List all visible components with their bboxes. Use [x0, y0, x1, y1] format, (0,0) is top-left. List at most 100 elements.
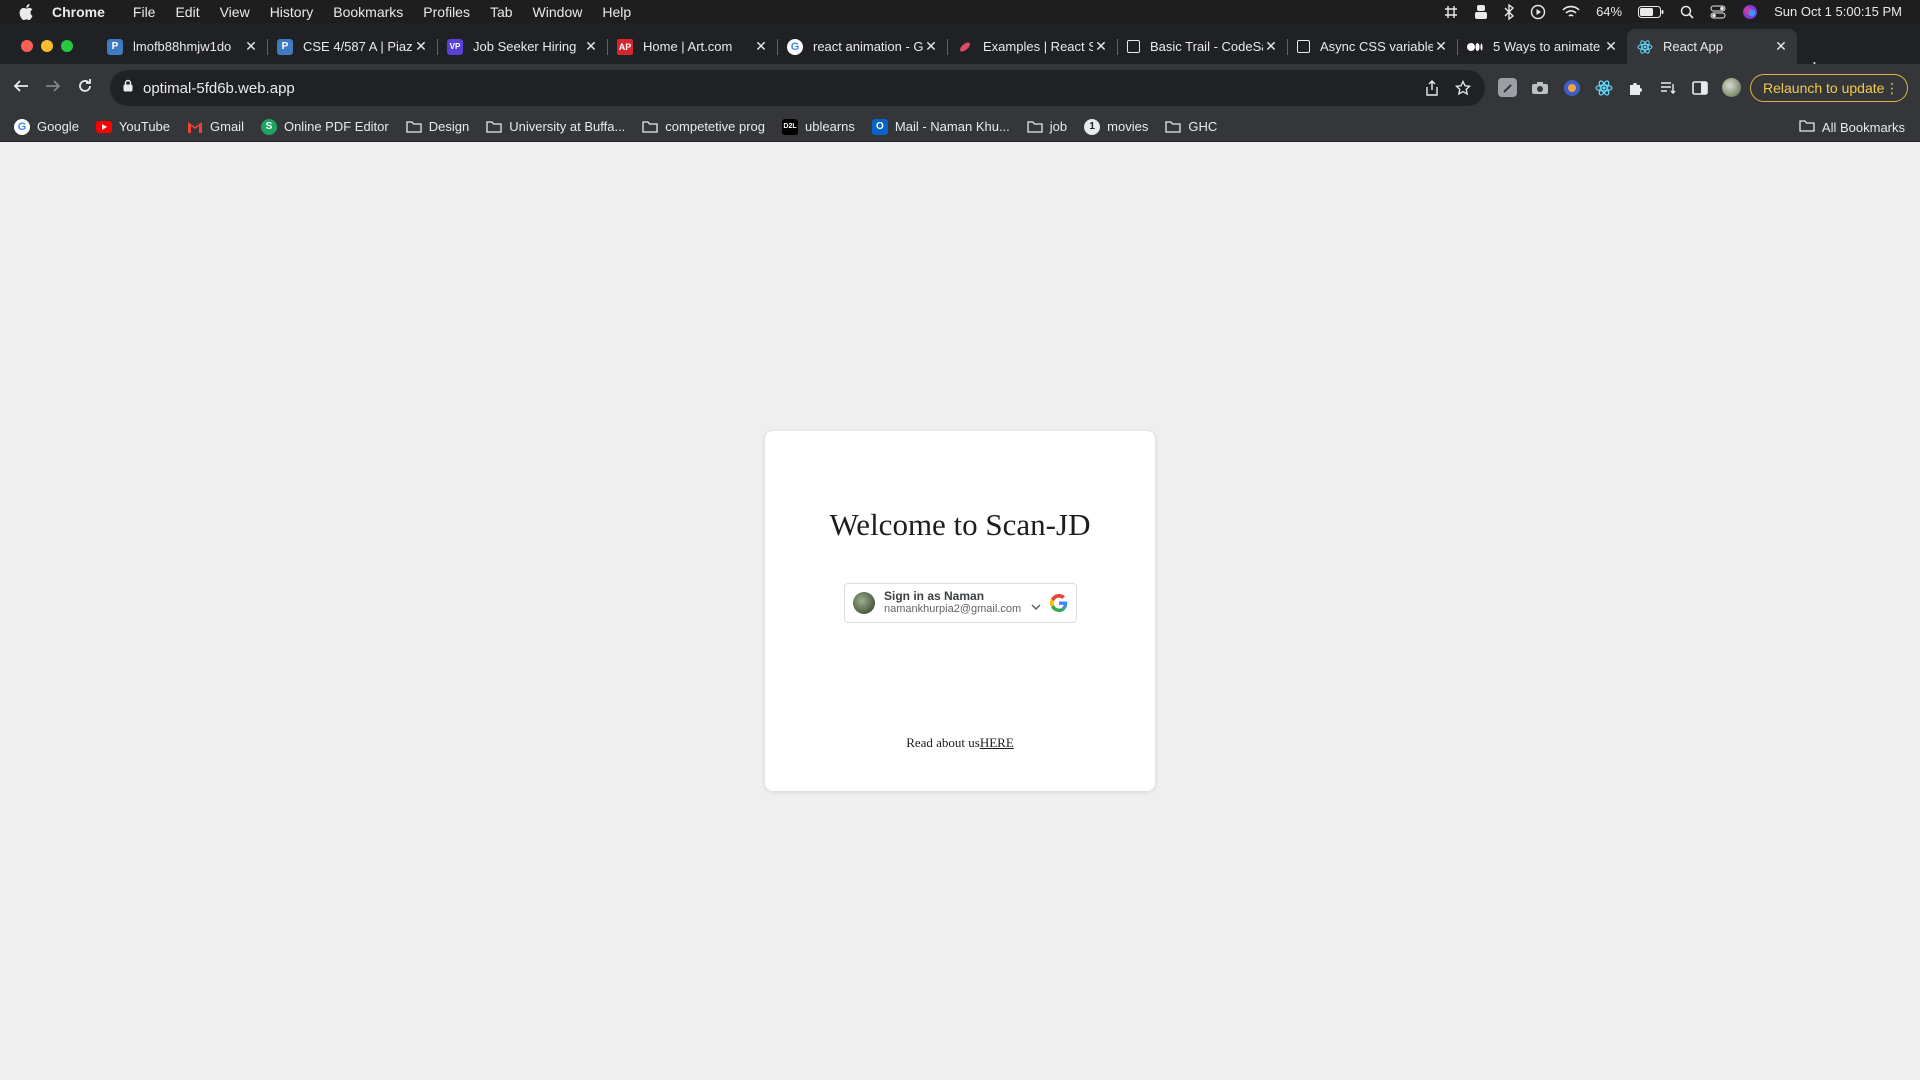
camera-extension-icon[interactable] [1530, 78, 1549, 97]
bookmark-online-pdf-editor[interactable]: S Online PDF Editor [260, 118, 389, 135]
forward-arrow-icon[interactable] [45, 78, 61, 99]
tab-lmofb88hmjw1do[interactable]: P lmofb88hmjw1do ✕ [97, 29, 268, 64]
read-about-here-link[interactable]: HERE [980, 735, 1014, 750]
tab-art-com[interactable]: AP Home | Art.com ✕ [607, 29, 778, 64]
tab-5-ways-to-animate[interactable]: 5 Ways to animate ✕ [1457, 29, 1627, 64]
wifi-icon[interactable] [1562, 5, 1580, 19]
all-bookmarks-label: All Bookmarks [1821, 119, 1905, 135]
bookmark-ublearns[interactable]: D2L ublearns [782, 118, 855, 135]
bookmark-folder-job[interactable]: job [1027, 119, 1067, 135]
tab-title: Job Seeker Hiring [473, 39, 577, 54]
control-center-icon[interactable] [1710, 5, 1726, 19]
close-tab-icon[interactable]: ✕ [413, 38, 429, 55]
menu-history[interactable]: History [260, 4, 324, 20]
chevron-down-icon[interactable] [1031, 598, 1041, 616]
google-logo-icon [1050, 594, 1068, 617]
bookmark-label: Google [37, 119, 79, 134]
close-window-button[interactable] [21, 40, 33, 52]
folder-icon [486, 119, 502, 135]
pencil-extension-icon[interactable] [1498, 78, 1517, 97]
relaunch-to-update-button[interactable]: Relaunch to update ⋮ [1750, 74, 1908, 102]
close-tab-icon[interactable]: ✕ [1093, 38, 1109, 55]
grid-status-icon[interactable] [1444, 5, 1458, 19]
shield-extension-icon[interactable] [1562, 78, 1581, 97]
menubar-clock[interactable]: Sun Oct 1 5:00:15 PM [1774, 4, 1902, 19]
profile-avatar-icon[interactable] [1722, 78, 1741, 97]
person-status-icon[interactable] [1474, 4, 1488, 20]
menubar-status-area: 64% Sun Oct 1 5:00:15 PM [1444, 0, 1902, 23]
close-tab-icon[interactable]: ✕ [1263, 38, 1279, 55]
bookmark-label: Online PDF Editor [283, 119, 389, 134]
bookmark-folder-design[interactable]: Design [406, 119, 469, 135]
bookmark-label: ublearns [805, 119, 855, 134]
lock-icon[interactable] [123, 79, 133, 97]
back-arrow-icon[interactable] [13, 78, 29, 99]
menu-tab[interactable]: Tab [480, 4, 523, 20]
bookmark-outlook-mail[interactable]: O Mail - Naman Khu... [871, 118, 1010, 135]
bookmark-google[interactable]: G Google [14, 118, 79, 135]
bookmark-youtube[interactable]: YouTube [95, 119, 170, 135]
tab-react-animation-google[interactable]: G react animation - Google ✕ [777, 29, 948, 64]
menu-file[interactable]: File [123, 4, 166, 20]
tab-job-seeker[interactable]: VP Job Seeker Hiring ✕ [437, 29, 608, 64]
piazza-icon: P [277, 38, 293, 55]
close-tab-icon[interactable]: ✕ [1773, 38, 1789, 55]
menu-profiles[interactable]: Profiles [413, 4, 480, 20]
menu-edit[interactable]: Edit [165, 4, 209, 20]
read-about-text: Read about usHERE [765, 735, 1155, 751]
extensions-puzzle-icon[interactable] [1626, 78, 1645, 97]
google-icon: G [787, 38, 803, 55]
tab-basic-trail-codesandbox[interactable]: Basic Trail - CodeSandbox ✕ [1117, 29, 1288, 64]
bookmark-label: Gmail [210, 119, 244, 134]
bookmark-label: job [1049, 119, 1068, 134]
siri-icon[interactable] [1742, 4, 1758, 20]
spotlight-search-icon[interactable] [1680, 5, 1694, 19]
address-bar[interactable]: optimal-5fd6b.web.app [110, 70, 1485, 106]
menu-window[interactable]: Window [523, 4, 593, 20]
play-status-icon[interactable] [1530, 4, 1546, 20]
bookmark-folder-competetive-prog[interactable]: competetive prog [642, 119, 765, 135]
tab-title: react animation - Google [813, 39, 923, 54]
close-tab-icon[interactable]: ✕ [243, 38, 259, 55]
tab-cse-piazza[interactable]: P CSE 4/587 A | Piazza ✕ [267, 29, 438, 64]
google-sign-in-button[interactable]: Sign in as Naman namankhurpia2@gmail.com [844, 583, 1077, 623]
bookmark-folder-ghc[interactable]: GHC [1165, 119, 1217, 135]
all-bookmarks-button[interactable]: All Bookmarks [1799, 119, 1905, 135]
share-icon[interactable] [1425, 80, 1439, 101]
battery-icon[interactable] [1638, 5, 1664, 18]
spring-icon [957, 39, 973, 55]
apple-menu-icon[interactable] [0, 3, 52, 20]
bookmark-gmail[interactable]: Gmail [187, 119, 244, 135]
close-tab-icon[interactable]: ✕ [753, 38, 769, 55]
minimize-window-button[interactable] [41, 40, 53, 52]
tab-react-app[interactable]: React App ✕ [1627, 29, 1797, 64]
close-tab-icon[interactable]: ✕ [1603, 38, 1619, 55]
bookmark-movies[interactable]: 1 movies [1084, 118, 1148, 135]
macos-menu-bar: Chrome File Edit View History Bookmarks … [0, 0, 1920, 23]
page-content: Welcome to Scan-JD Sign in as Naman nama… [0, 142, 1920, 1080]
reading-list-icon[interactable] [1658, 78, 1677, 97]
menu-view[interactable]: View [210, 4, 260, 20]
close-tab-icon[interactable]: ✕ [923, 38, 939, 55]
url-text[interactable]: optimal-5fd6b.web.app [143, 80, 295, 97]
tab-react-spring-examples[interactable]: Examples | React Spring ✕ [947, 29, 1118, 64]
tab-title: Examples | React Spring [983, 39, 1093, 54]
side-panel-icon[interactable] [1690, 78, 1709, 97]
more-menu-icon[interactable]: ⋮ [1885, 79, 1899, 97]
reload-icon[interactable] [77, 78, 93, 99]
zoom-window-button[interactable] [61, 40, 73, 52]
close-tab-icon[interactable]: ✕ [583, 38, 599, 55]
outlook-icon: O [871, 118, 888, 135]
react-devtools-icon[interactable] [1594, 78, 1613, 97]
bluetooth-icon[interactable] [1504, 3, 1515, 20]
menu-bookmarks[interactable]: Bookmarks [323, 4, 413, 20]
read-about-label: Read about us [906, 735, 980, 750]
tab-async-css-variables[interactable]: Async CSS variables ✕ [1287, 29, 1458, 64]
bookmark-folder-university[interactable]: University at Buffa... [486, 119, 625, 135]
ublearns-icon: D2L [782, 118, 799, 135]
menu-app-name[interactable]: Chrome [52, 4, 123, 20]
menu-help[interactable]: Help [592, 4, 641, 20]
pdf-editor-icon: S [260, 118, 277, 135]
bookmark-star-icon[interactable] [1454, 79, 1472, 101]
close-tab-icon[interactable]: ✕ [1433, 38, 1449, 55]
